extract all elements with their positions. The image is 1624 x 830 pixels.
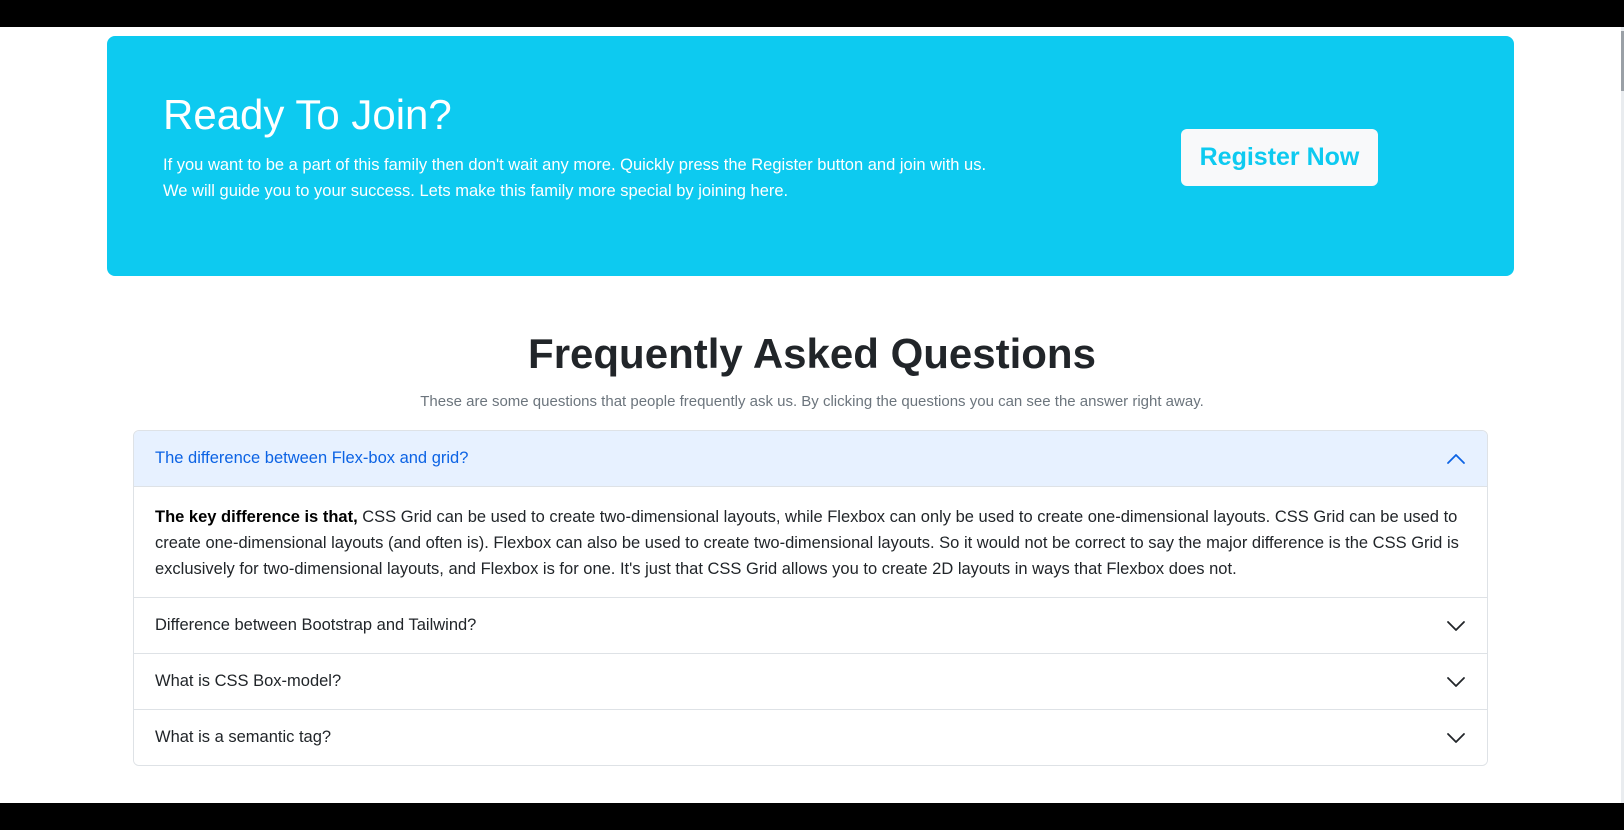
- faq-question-bootstrap-tailwind[interactable]: Difference between Bootstrap and Tailwin…: [134, 598, 1487, 653]
- register-now-button[interactable]: Register Now: [1181, 129, 1378, 186]
- faq-question-box-model[interactable]: What is CSS Box-model?: [134, 654, 1487, 709]
- faq-item: What is CSS Box-model?: [134, 653, 1487, 709]
- faq-title: Frequently Asked Questions: [528, 330, 1096, 377]
- faq-item: What is a semantic tag?: [134, 709, 1487, 765]
- faq-accordion: The difference between Flex-box and grid…: [133, 430, 1488, 766]
- faq-answer: The key difference is that, CSS Grid can…: [134, 487, 1487, 597]
- chevron-down-icon: [1447, 620, 1465, 631]
- cta-title: Ready To Join?: [163, 91, 452, 138]
- faq-answer-lead: The key difference is that,: [155, 508, 358, 526]
- chevron-down-icon: [1447, 676, 1465, 687]
- faq-item: The difference between Flex-box and grid…: [134, 431, 1487, 597]
- faq-question-label: Difference between Bootstrap and Tailwin…: [155, 616, 477, 634]
- chevron-up-icon: [1447, 453, 1465, 464]
- faq-subtitle: These are some questions that people fre…: [420, 393, 1204, 410]
- faq-question-label: What is a semantic tag?: [155, 728, 332, 746]
- faq-question-flexbox-grid[interactable]: The difference between Flex-box and grid…: [134, 431, 1487, 487]
- faq-question-label: What is CSS Box-model?: [155, 672, 342, 690]
- faq-question-label: The difference between Flex-box and grid…: [155, 449, 469, 467]
- faq-question-semantic-tag[interactable]: What is a semantic tag?: [134, 710, 1487, 765]
- chevron-down-icon: [1447, 732, 1465, 743]
- faq-item: Difference between Bootstrap and Tailwin…: [134, 597, 1487, 653]
- cta-description: If you want to be a part of this family …: [163, 156, 987, 200]
- cta-banner: Ready To Join? If you want to be a part …: [107, 36, 1514, 276]
- page: Ready To Join? If you want to be a part …: [0, 27, 1624, 803]
